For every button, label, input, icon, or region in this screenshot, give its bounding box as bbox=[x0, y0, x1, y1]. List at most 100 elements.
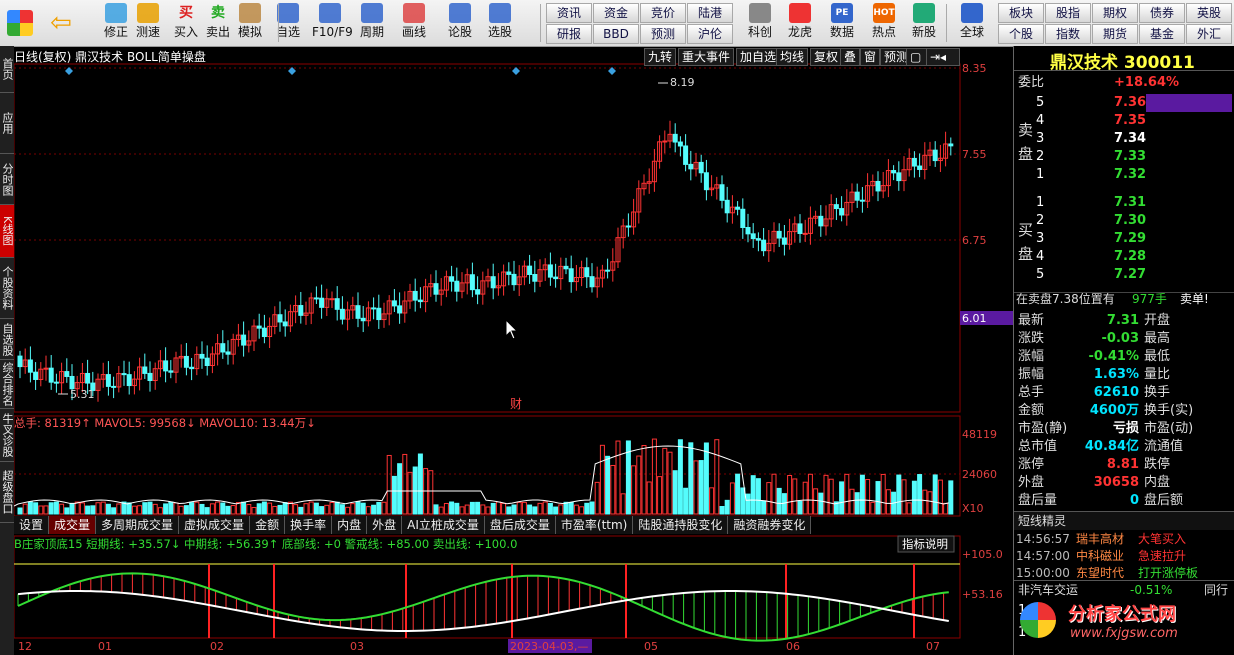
bid-row-2[interactable]: 2 7.30 bbox=[1014, 212, 1234, 230]
side-tab-6[interactable]: 综合排名 bbox=[0, 360, 14, 409]
toolbar-sell-button[interactable]: 卖 卖出 bbox=[200, 2, 236, 44]
candle-body bbox=[183, 355, 189, 368]
volume-tab-8[interactable]: AI立桩成交量 bbox=[402, 516, 485, 534]
toolbar-hammer-button[interactable]: 模拟 bbox=[232, 2, 268, 44]
chart-tab-6[interactable]: 窗 bbox=[860, 48, 881, 66]
chart-tab-5[interactable]: 叠 bbox=[840, 48, 861, 66]
side-tab-7[interactable]: 牛叉诊股 bbox=[0, 409, 14, 462]
candle-body bbox=[121, 373, 127, 376]
market-bottom-4[interactable]: 外汇 bbox=[1186, 24, 1232, 44]
volume-bar bbox=[475, 501, 481, 515]
market-top-3[interactable]: 债券 bbox=[1139, 3, 1185, 23]
app-menu-icon[interactable] bbox=[3, 2, 37, 44]
peer-link[interactable]: 同行 bbox=[1204, 581, 1228, 599]
kline-chart[interactable]: 8.35 7.55 6.75 6.01 8.19 5.31 财总手: 81319↑ MAVO… bbox=[14, 46, 1013, 655]
market-bottom-1[interactable]: 指数 bbox=[1045, 24, 1091, 44]
candle-body bbox=[277, 314, 283, 323]
quick-top-3[interactable]: 陆港 bbox=[687, 3, 733, 23]
volume-tab-0[interactable]: 设置 bbox=[14, 516, 50, 534]
chart-tab-3[interactable]: 均线 bbox=[776, 48, 809, 66]
market-top-1[interactable]: 股指 bbox=[1045, 3, 1091, 23]
market-top-2[interactable]: 期权 bbox=[1092, 3, 1138, 23]
side-tab-0[interactable]: 首页 bbox=[0, 46, 14, 93]
quick-top-1[interactable]: 资金 bbox=[593, 3, 639, 23]
nav-arrows-icon[interactable]: ⇥◂ bbox=[926, 48, 960, 66]
flow-row-1[interactable]: 14:57:00 中科磁业 急速拉升 bbox=[1014, 547, 1234, 565]
market-top-4[interactable]: 英股 bbox=[1186, 3, 1232, 23]
toolbar-star-list-button[interactable]: 自选 bbox=[270, 2, 306, 44]
volume-bar bbox=[594, 481, 600, 515]
back-button[interactable]: ⇦ bbox=[44, 2, 78, 44]
volume-tab-7[interactable]: 外盘 bbox=[367, 516, 403, 534]
toolbar-new-stock-button[interactable]: 新股 bbox=[906, 2, 942, 44]
candle-body bbox=[750, 233, 756, 240]
flow-row-0[interactable]: 14:56:57 瑞丰高材 大笔买入 bbox=[1014, 530, 1234, 548]
volume-bar bbox=[241, 501, 247, 515]
volume-tab-6[interactable]: 内盘 bbox=[332, 516, 368, 534]
volume-bar bbox=[917, 474, 923, 515]
volume-tab-11[interactable]: 陆股通持股变化 bbox=[633, 516, 729, 534]
volume-tab-10[interactable]: 市盈率(ttm) bbox=[555, 516, 634, 534]
chart-tab-2[interactable]: 加自选 bbox=[736, 48, 781, 66]
volume-bar bbox=[927, 491, 933, 515]
ask-row-4[interactable]: 4 7.35 bbox=[1014, 112, 1234, 130]
quick-bottom-0[interactable]: 研报 bbox=[546, 24, 592, 44]
market-bottom-3[interactable]: 基金 bbox=[1139, 24, 1185, 44]
toolbar-globe-button[interactable]: 全球 bbox=[954, 2, 990, 44]
toolbar-pen-button[interactable]: 画线 bbox=[396, 2, 432, 44]
bid-row-3[interactable]: 3 7.29 bbox=[1014, 230, 1234, 248]
ask-row-3[interactable]: 3 7.34 bbox=[1014, 130, 1234, 148]
candle-body bbox=[126, 374, 132, 387]
chart-tab-1[interactable]: 重大事件 bbox=[678, 48, 735, 66]
volume-bar bbox=[308, 501, 314, 515]
side-tab-2[interactable]: 分时图 bbox=[0, 154, 14, 205]
toolbar-pick-button[interactable]: 选股 bbox=[482, 2, 518, 44]
volume-tab-5[interactable]: 换手率 bbox=[285, 516, 333, 534]
toolbar-period-button[interactable]: 周期 bbox=[354, 2, 390, 44]
market-bottom-2[interactable]: 期货 bbox=[1092, 24, 1138, 44]
bid-row-1[interactable]: 1 7.31 bbox=[1014, 194, 1234, 212]
volume-tab-2[interactable]: 多周期成交量 bbox=[96, 516, 180, 534]
quick-top-0[interactable]: 资讯 bbox=[546, 3, 592, 23]
indicator-help-button[interactable]: 指标说明 bbox=[902, 537, 948, 551]
bid-row-5[interactable]: 5 7.27 bbox=[1014, 266, 1234, 284]
side-tab-5[interactable]: 自选股 bbox=[0, 319, 14, 360]
volume-tab-1[interactable]: 成交量 bbox=[49, 516, 97, 534]
volume-tab-4[interactable]: 金额 bbox=[250, 516, 286, 534]
chart-tab-0[interactable]: 九转 bbox=[644, 48, 677, 66]
quick-bottom-3[interactable]: 沪伦 bbox=[687, 24, 733, 44]
volume-bar bbox=[324, 504, 330, 515]
volume-tab-9[interactable]: 盘后成交量 bbox=[484, 516, 556, 534]
side-tab-8[interactable]: 超级盘口 bbox=[0, 462, 14, 523]
volume-tab-12[interactable]: 融资融券变化 bbox=[728, 516, 812, 534]
toolbar-f10-button[interactable]: F10/F9 bbox=[312, 2, 353, 44]
candle-body bbox=[69, 375, 75, 390]
quick-top-2[interactable]: 竞价 bbox=[640, 3, 686, 23]
volume-tab-3[interactable]: 虚拟成交量 bbox=[179, 516, 251, 534]
sector-name[interactable]: 非汽车交运 bbox=[1018, 581, 1078, 599]
chart-tab-4[interactable]: 复权 bbox=[810, 48, 843, 66]
bid-row-4[interactable]: 4 7.28 bbox=[1014, 248, 1234, 266]
side-tab-3[interactable]: K线图 bbox=[0, 205, 14, 258]
side-tab-1[interactable]: 应用 bbox=[0, 93, 14, 154]
candle-body bbox=[454, 280, 460, 292]
new-stock-icon bbox=[913, 3, 935, 23]
toolbar-clock-button[interactable]: 测速 bbox=[130, 2, 166, 44]
candle-body bbox=[662, 140, 668, 143]
volume-bar bbox=[688, 442, 694, 515]
toolbar-buy-button[interactable]: 买 买入 bbox=[168, 2, 204, 44]
quick-bottom-2[interactable]: 预测 bbox=[640, 24, 686, 44]
toolbar-chart-button[interactable]: 科创 bbox=[742, 2, 778, 44]
ask-row-1[interactable]: 1 7.32 bbox=[1014, 166, 1234, 184]
toolbar-forum-button[interactable]: 论股 bbox=[442, 2, 478, 44]
market-bottom-0[interactable]: 个股 bbox=[998, 24, 1044, 44]
toolbar-pe-button[interactable]: PE 数据 bbox=[824, 2, 860, 44]
toolbar-hot-button[interactable]: HOT 热点 bbox=[866, 2, 902, 44]
toolbar-up-down-button[interactable]: 修正 bbox=[98, 2, 134, 44]
quick-bottom-1[interactable]: BBD bbox=[593, 24, 639, 44]
market-top-0[interactable]: 板块 bbox=[998, 3, 1044, 23]
toolbar-dragon-button[interactable]: 龙虎 bbox=[782, 2, 818, 44]
volume-bar bbox=[17, 507, 23, 515]
ask-row-2[interactable]: 2 7.33 bbox=[1014, 148, 1234, 166]
side-tab-4[interactable]: 个股资料 bbox=[0, 258, 14, 319]
